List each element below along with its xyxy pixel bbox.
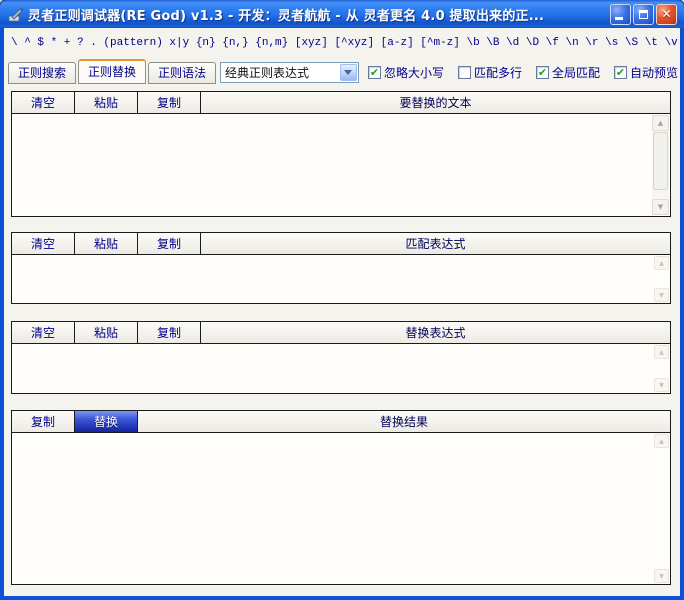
scroll-down-button[interactable]: ▼ <box>654 569 669 583</box>
pattern-textarea[interactable] <box>12 255 670 303</box>
panel-title: 替换结果 <box>138 411 670 432</box>
scroll-up-icon: ▲ <box>659 349 664 356</box>
copy-button[interactable]: 复制 <box>138 92 201 113</box>
panel-body: ▲ ▼ <box>12 255 670 303</box>
option-group: 忽略大小写 匹配多行 全局匹配 自动预览 <box>368 64 678 81</box>
minimize-button[interactable] <box>610 4 631 25</box>
window-titlebar: 灵者正则调试器(RE God) v1.3 - 开发：灵者航航 - 从 灵者更名 … <box>0 0 684 28</box>
scrollbar[interactable]: ▲ ▼ <box>654 256 669 302</box>
panel-body: ▲ ▼ <box>12 344 670 393</box>
clear-button[interactable]: 清空 <box>12 322 75 343</box>
client-area: \ ^ $ * + ? . (pattern) x|y {n} {n,} {n,… <box>4 28 680 596</box>
checkbox-ignore-case[interactable]: 忽略大小写 <box>368 64 444 81</box>
clear-button[interactable]: 清空 <box>12 92 75 113</box>
panel-header: 清空 粘贴 复制 要替换的文本 <box>12 92 670 114</box>
checkbox-global-match[interactable]: 全局匹配 <box>536 64 600 81</box>
scroll-down-button[interactable]: ▼ <box>654 378 669 392</box>
panel-title: 要替换的文本 <box>201 92 670 113</box>
panel-match-expression: 清空 粘贴 复制 匹配表达式 ▲ ▼ <box>11 232 671 304</box>
panel-replacement-expression: 清空 粘贴 复制 替换表达式 ▲ ▼ <box>11 321 671 394</box>
maximize-button[interactable] <box>633 4 654 25</box>
scrollbar[interactable]: ▲ ▼ <box>652 115 669 215</box>
clear-button[interactable]: 清空 <box>12 233 75 254</box>
maximize-icon <box>639 10 648 19</box>
scroll-up-button[interactable]: ▲ <box>654 345 669 359</box>
tab-regex-replace[interactable]: 正则替换 <box>78 59 146 84</box>
panel-header: 复制 替换 替换结果 <box>12 411 670 433</box>
replace-button[interactable]: 替换 <box>75 411 138 432</box>
copy-button[interactable]: 复制 <box>138 233 201 254</box>
copy-button[interactable]: 复制 <box>12 411 75 432</box>
scroll-up-button[interactable]: ▲ <box>654 434 669 448</box>
close-button[interactable]: ✕ <box>656 4 677 25</box>
panel-header: 清空 粘贴 复制 替换表达式 <box>12 322 670 344</box>
tab-bar: 正则搜索 正则替换 正则语法 经典正则表达式 忽略大小写 匹配多行 全局匹配 <box>8 59 678 86</box>
option-label: 自动预览 <box>630 64 678 81</box>
scroll-down-button[interactable]: ▼ <box>654 288 669 302</box>
regex-hints-text: \ ^ $ * + ? . (pattern) x|y {n} {n,} {n,… <box>11 37 680 49</box>
chevron-down-icon[interactable] <box>340 64 357 81</box>
app-window: 灵者正则调试器(RE God) v1.3 - 开发：灵者航航 - 从 灵者更名 … <box>0 0 684 600</box>
scroll-down-icon: ▼ <box>659 573 664 580</box>
panel-body: ▲ ▼ <box>12 114 670 216</box>
close-icon: ✕ <box>661 8 671 20</box>
copy-button[interactable]: 复制 <box>138 322 201 343</box>
panel-title: 匹配表达式 <box>201 233 670 254</box>
panel-body: ▲ ▼ <box>12 433 670 584</box>
source-textarea[interactable] <box>12 114 670 216</box>
scroll-down-icon: ▼ <box>658 203 663 211</box>
flavor-select-value: 经典正则表达式 <box>221 64 339 81</box>
panel-header: 清空 粘贴 复制 匹配表达式 <box>12 233 670 255</box>
scroll-up-button[interactable]: ▲ <box>654 256 669 270</box>
option-label: 忽略大小写 <box>384 64 444 81</box>
paste-button[interactable]: 粘贴 <box>75 322 138 343</box>
regex-flavor-select[interactable]: 经典正则表达式 <box>220 62 359 83</box>
scroll-up-icon: ▲ <box>658 119 663 127</box>
checkbox-icon <box>458 66 471 79</box>
paste-button[interactable]: 粘贴 <box>75 92 138 113</box>
scroll-down-icon: ▼ <box>659 382 664 389</box>
tab-regex-syntax[interactable]: 正则语法 <box>148 62 216 84</box>
option-label: 全局匹配 <box>552 64 600 81</box>
replacement-textarea[interactable] <box>12 344 670 393</box>
checkbox-icon <box>614 66 627 79</box>
window-title: 灵者正则调试器(RE God) v1.3 - 开发：灵者航航 - 从 灵者更名 … <box>28 5 610 24</box>
checkbox-icon <box>368 66 381 79</box>
panel-source-text: 清空 粘贴 复制 要替换的文本 ▲ ▼ <box>11 91 671 217</box>
scroll-up-icon: ▲ <box>659 260 664 267</box>
tab-regex-search[interactable]: 正则搜索 <box>8 62 76 84</box>
scrollbar[interactable]: ▲ ▼ <box>654 345 669 392</box>
scroll-down-icon: ▼ <box>659 292 664 299</box>
scrollbar[interactable]: ▲ ▼ <box>654 434 669 583</box>
minimize-icon <box>615 17 623 20</box>
checkbox-icon <box>536 66 549 79</box>
panel-replace-result: 复制 替换 替换结果 ▲ ▼ <box>11 410 671 585</box>
regex-hints-toolbar: \ ^ $ * + ? . (pattern) x|y {n} {n,} {n,… <box>6 30 678 56</box>
panel-title: 替换表达式 <box>201 322 670 343</box>
window-controls: ✕ <box>610 4 677 25</box>
app-icon <box>7 6 24 23</box>
option-label: 匹配多行 <box>474 64 522 81</box>
scroll-thumb[interactable] <box>653 132 668 190</box>
checkbox-multiline[interactable]: 匹配多行 <box>458 64 522 81</box>
scroll-up-icon: ▲ <box>659 438 664 445</box>
result-textarea[interactable] <box>12 433 670 584</box>
scroll-down-button[interactable]: ▼ <box>652 199 669 215</box>
checkbox-auto-preview[interactable]: 自动预览 <box>614 64 678 81</box>
scroll-up-button[interactable]: ▲ <box>652 115 669 131</box>
paste-button[interactable]: 粘贴 <box>75 233 138 254</box>
